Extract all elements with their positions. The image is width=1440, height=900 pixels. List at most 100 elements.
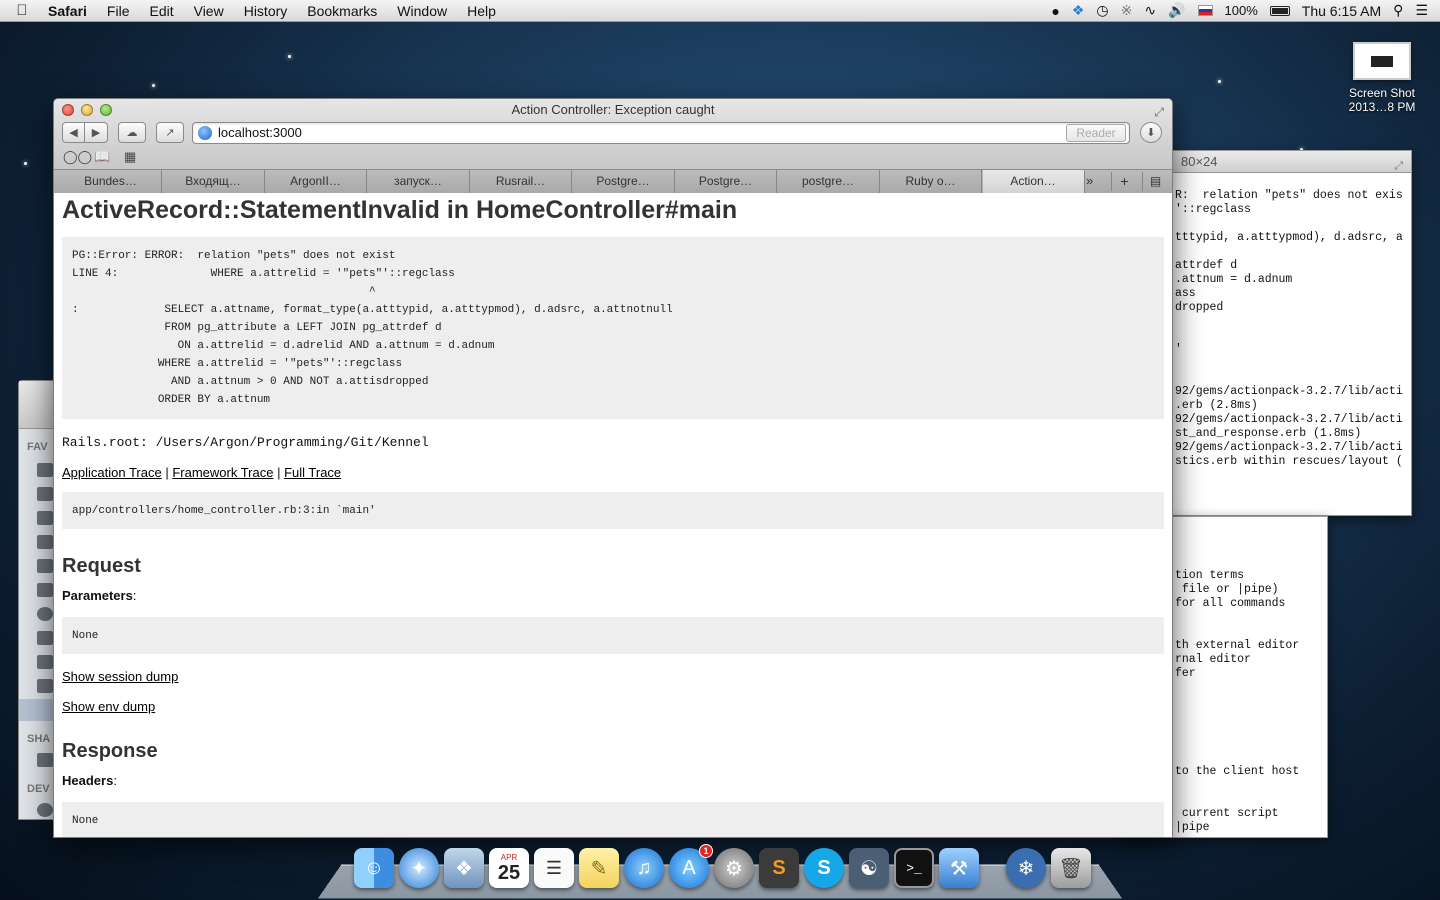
- menu-app-safari[interactable]: Safari: [44, 3, 97, 19]
- skype-icon[interactable]: S: [804, 848, 844, 888]
- reader-button[interactable]: Reader: [1066, 124, 1126, 142]
- terminal-line: attrdef d: [1175, 259, 1238, 272]
- error-title: ActiveRecord::StatementInvalid in HomeCo…: [62, 196, 738, 224]
- window-titlebar[interactable]: Action Controller: Exception caught ⤢: [54, 99, 1172, 121]
- apple-menu-icon[interactable]: : [0, 2, 44, 19]
- menu-window[interactable]: Window: [387, 3, 457, 19]
- menu-help[interactable]: Help: [457, 3, 506, 19]
- terminal-line: dropped: [1175, 301, 1224, 314]
- postgres-icon[interactable]: ❄: [1006, 848, 1046, 888]
- bluetooth-icon[interactable]: ※: [1121, 2, 1133, 19]
- menu-view[interactable]: View: [184, 3, 234, 19]
- disk-icon[interactable]: [37, 803, 53, 817]
- pictures-icon[interactable]: [37, 679, 53, 693]
- github-icon[interactable]: ☯: [849, 848, 889, 888]
- app-store-icon[interactable]: A1: [669, 844, 713, 888]
- xcode-icon[interactable]: ⚒: [939, 848, 979, 888]
- show-env-dump-link[interactable]: Show env dump: [62, 699, 155, 714]
- desktop-file-screenshot[interactable]: Screen Shot 2013…8 PM: [1338, 42, 1426, 114]
- downloads-button[interactable]: ⬇: [1140, 122, 1162, 143]
- icloud-tabs-button[interactable]: ☁: [118, 122, 146, 143]
- show-session-dump-link[interactable]: Show session dump: [62, 669, 178, 684]
- preview-icon[interactable]: ❖: [444, 848, 484, 888]
- terminal-icon[interactable]: >_: [894, 848, 934, 888]
- rails-root: Rails.root: /Users/Argon/Programming/Git…: [62, 435, 429, 450]
- battery-icon[interactable]: [1269, 5, 1290, 16]
- tab-overview-button[interactable]: ▤: [1142, 172, 1168, 191]
- shared-computer-icon[interactable]: [37, 753, 53, 767]
- top-sites-icon[interactable]: ▦: [124, 149, 136, 165]
- flag-ru-icon[interactable]: [1197, 5, 1213, 16]
- notes-icon[interactable]: ✎: [579, 848, 619, 888]
- volume-icon[interactable]: 🔊: [1168, 2, 1185, 19]
- sublime-text-icon[interactable]: S: [759, 848, 799, 888]
- reading-list-icon[interactable]: ◯◯: [63, 149, 92, 165]
- download-icon: ⬇: [1146, 127, 1156, 139]
- tab-1[interactable]: Bundes…: [60, 170, 162, 193]
- menu-bookmarks[interactable]: Bookmarks: [297, 3, 387, 19]
- close-button[interactable]: [62, 104, 74, 116]
- tab-6[interactable]: Postgre…: [573, 170, 675, 193]
- terminal-line: ': [1175, 343, 1182, 356]
- downloads-icon[interactable]: [37, 607, 53, 621]
- trash-icon[interactable]: 🗑: [1051, 848, 1091, 888]
- clock[interactable]: Thu 6:15 AM: [1302, 3, 1381, 19]
- full-trace-link[interactable]: Full Trace: [284, 465, 341, 480]
- application-trace-link[interactable]: Application Trace: [62, 465, 162, 480]
- bookmarks-book-icon[interactable]: 📖: [94, 149, 110, 165]
- documents-folder-icon[interactable]: [37, 583, 53, 597]
- documents-icon[interactable]: [37, 487, 53, 501]
- terminal-line: '::regclass: [1175, 203, 1251, 216]
- share-button[interactable]: ↗: [156, 122, 184, 143]
- request-heading: Request: [62, 555, 141, 577]
- music-icon[interactable]: [37, 655, 53, 669]
- parameters-label: Parameters:: [62, 588, 137, 603]
- calendar-icon[interactable]: APR 25: [489, 848, 529, 888]
- argon-icon[interactable]: [37, 511, 53, 525]
- tab-4[interactable]: запуск…: [368, 170, 470, 193]
- tab-8[interactable]: postgre…: [778, 170, 880, 193]
- movies-icon[interactable]: [37, 631, 53, 645]
- response-heading: Response: [62, 740, 158, 762]
- menu-file[interactable]: File: [97, 3, 140, 19]
- spotlight-icon[interactable]: ⚲: [1393, 2, 1403, 19]
- fullscreen-icon[interactable]: ⤢: [1394, 155, 1403, 177]
- battery-percent[interactable]: 100%: [1225, 3, 1258, 18]
- system-preferences-icon[interactable]: ⚙: [714, 848, 754, 888]
- notification-center-icon[interactable]: ☰: [1415, 2, 1428, 19]
- address-bar[interactable]: localhost:3000 ↻: [192, 122, 1130, 144]
- fullscreen-icon[interactable]: ⤢: [1154, 101, 1164, 123]
- evernote-icon[interactable]: ●: [1051, 3, 1059, 19]
- address-text[interactable]: localhost:3000: [218, 125, 302, 140]
- time-machine-icon[interactable]: ◷: [1096, 2, 1108, 19]
- wifi-icon[interactable]: ∿: [1144, 2, 1156, 19]
- tab-7[interactable]: Postgre…: [675, 170, 777, 193]
- tab-3[interactable]: ArgonII…: [265, 170, 367, 193]
- tab-2[interactable]: Входящ…: [163, 170, 265, 193]
- safari-icon[interactable]: ✦: [399, 848, 439, 888]
- forward-button[interactable]: ▶: [85, 122, 108, 143]
- minimize-button[interactable]: [81, 104, 93, 116]
- trace-output: app/controllers/home_controller.rb:3:in …: [62, 492, 1164, 529]
- dropbox-icon[interactable]: ❖: [1072, 2, 1085, 19]
- share-icon: ↗: [165, 127, 175, 139]
- itunes-icon[interactable]: ♫: [624, 848, 664, 888]
- tab-overflow-icon[interactable]: »: [1086, 170, 1093, 192]
- tab-5[interactable]: Rusrail…: [470, 170, 572, 193]
- menu-edit[interactable]: Edit: [139, 3, 183, 19]
- menu-history[interactable]: History: [234, 3, 298, 19]
- new-tab-button[interactable]: +: [1111, 172, 1137, 191]
- terminal-line: .erb (2.8ms): [1175, 399, 1258, 412]
- finder-icon[interactable]: ☺: [354, 848, 394, 888]
- applications-icon[interactable]: [37, 535, 53, 549]
- terminal-line: 92/gems/actionpack-3.2.7/lib/acti: [1175, 413, 1403, 426]
- tab-10[interactable]: Action…: [982, 170, 1085, 193]
- safari-window[interactable]: Action Controller: Exception caught ⤢ ◀ …: [53, 98, 1173, 838]
- desktop-icon[interactable]: [37, 559, 53, 573]
- reminders-icon[interactable]: ☰: [534, 848, 574, 888]
- framework-trace-link[interactable]: Framework Trace: [172, 465, 273, 480]
- back-button[interactable]: ◀: [62, 122, 85, 143]
- tab-9[interactable]: Ruby o…: [880, 170, 982, 193]
- zoom-button[interactable]: [100, 104, 112, 116]
- dropbox-icon[interactable]: [37, 463, 53, 477]
